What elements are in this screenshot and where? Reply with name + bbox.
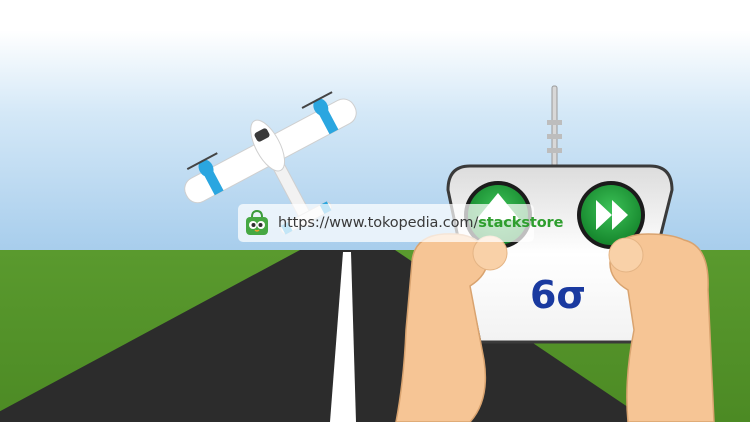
watermark-url-prefix: https://www.tokopedia.com/ (278, 215, 479, 231)
antenna (551, 85, 558, 167)
remote-brand-label: 6σ (530, 273, 586, 317)
tokopedia-bag-icon (246, 209, 268, 235)
tokopedia-watermark: https://www.tokopedia.com/stackstore (238, 204, 563, 242)
scene: 6σ https://www.tokopedia.com/stackstore (0, 0, 750, 422)
watermark-url-store: stackstore (478, 215, 564, 231)
watermark-url: https://www.tokopedia.com/stackstore (278, 215, 563, 231)
